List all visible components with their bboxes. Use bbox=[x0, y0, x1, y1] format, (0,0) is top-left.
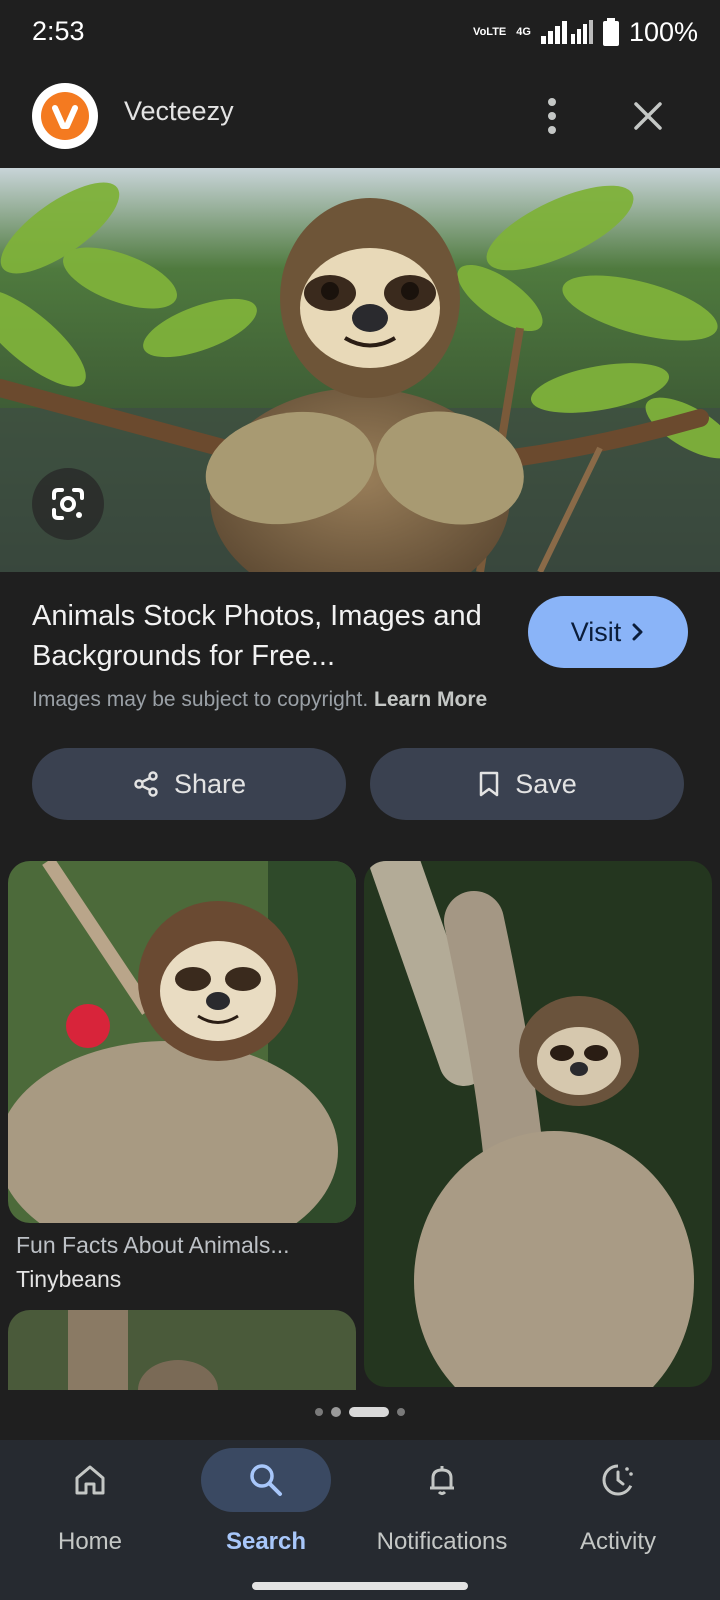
save-button[interactable]: Save bbox=[370, 748, 684, 820]
nav-search-icon-wrap bbox=[201, 1448, 331, 1512]
copyright-text: Images may be subject to copyright. bbox=[32, 688, 369, 711]
site-name: Vecteezy bbox=[124, 96, 234, 126]
signal-icon bbox=[540, 20, 593, 44]
volte-indicator: VoLTE bbox=[473, 25, 507, 38]
vecteezy-logo-icon bbox=[41, 92, 89, 140]
learn-more-link[interactable]: Learn More bbox=[374, 688, 487, 711]
related-image-1[interactable] bbox=[8, 861, 356, 1223]
search-icon bbox=[250, 1464, 282, 1496]
visit-button[interactable]: Visit bbox=[528, 596, 688, 668]
more-options-button[interactable] bbox=[534, 96, 570, 136]
home-icon bbox=[75, 1465, 105, 1495]
nav-activity[interactable]: Activity bbox=[528, 1440, 708, 1600]
share-button[interactable]: Share bbox=[32, 748, 346, 820]
status-icons: VoLTE 4G 100% bbox=[473, 14, 698, 50]
bell-icon bbox=[430, 1466, 454, 1495]
visit-label: Visit bbox=[570, 616, 622, 647]
status-bar: 2:53 VoLTE 4G 100% bbox=[0, 0, 720, 66]
google-lens-button[interactable] bbox=[32, 468, 104, 540]
nav-notifications[interactable]: Notifications bbox=[352, 1440, 532, 1600]
chevron-right-icon bbox=[632, 623, 643, 641]
page-dot bbox=[397, 1408, 405, 1416]
hero-image[interactable] bbox=[0, 168, 720, 572]
share-label: Share bbox=[173, 768, 247, 799]
nav-notifications-label: Notifications bbox=[376, 1528, 508, 1555]
battery-percent: 100% bbox=[628, 16, 698, 47]
site-logo[interactable] bbox=[32, 83, 98, 149]
nav-activity-icon-wrap bbox=[553, 1448, 683, 1512]
close-icon bbox=[634, 102, 662, 130]
battery-icon bbox=[602, 18, 619, 46]
lens-icon bbox=[52, 488, 84, 520]
page-dot-active bbox=[349, 1407, 389, 1417]
nav-notifications-icon-wrap bbox=[377, 1448, 507, 1512]
related-image-3[interactable] bbox=[8, 1310, 356, 1390]
related-source-1: Tinybeans bbox=[16, 1266, 122, 1292]
share-icon bbox=[134, 771, 158, 797]
bottom-navigation: Home Search Notifications Activity bbox=[0, 1440, 720, 1600]
nav-search[interactable]: Search bbox=[176, 1440, 356, 1600]
result-title[interactable]: Animals Stock Photos, Images and Backgro… bbox=[32, 596, 492, 676]
close-button[interactable] bbox=[628, 96, 668, 136]
activity-icon bbox=[602, 1464, 634, 1496]
status-time: 2:53 bbox=[32, 16, 85, 46]
nav-home-label: Home bbox=[57, 1528, 123, 1555]
save-label: Save bbox=[515, 768, 577, 799]
more-vert-icon bbox=[548, 98, 556, 134]
nav-home-icon-wrap bbox=[25, 1448, 155, 1512]
network-gen-indicator: 4G bbox=[516, 25, 531, 38]
bookmark-icon bbox=[479, 771, 499, 797]
related-image-2[interactable] bbox=[364, 861, 712, 1387]
copyright-notice: Images may be subject to copyright. Lear… bbox=[32, 688, 487, 712]
nav-search-label: Search bbox=[225, 1528, 307, 1555]
page-dot bbox=[315, 1408, 323, 1416]
page-dot bbox=[331, 1407, 341, 1417]
nav-activity-label: Activity bbox=[579, 1528, 656, 1555]
related-title-1[interactable]: Fun Facts About Animals... bbox=[16, 1232, 290, 1259]
page-indicator bbox=[0, 1402, 720, 1422]
nav-home[interactable]: Home bbox=[0, 1440, 180, 1600]
gesture-home-indicator[interactable] bbox=[252, 1582, 468, 1590]
